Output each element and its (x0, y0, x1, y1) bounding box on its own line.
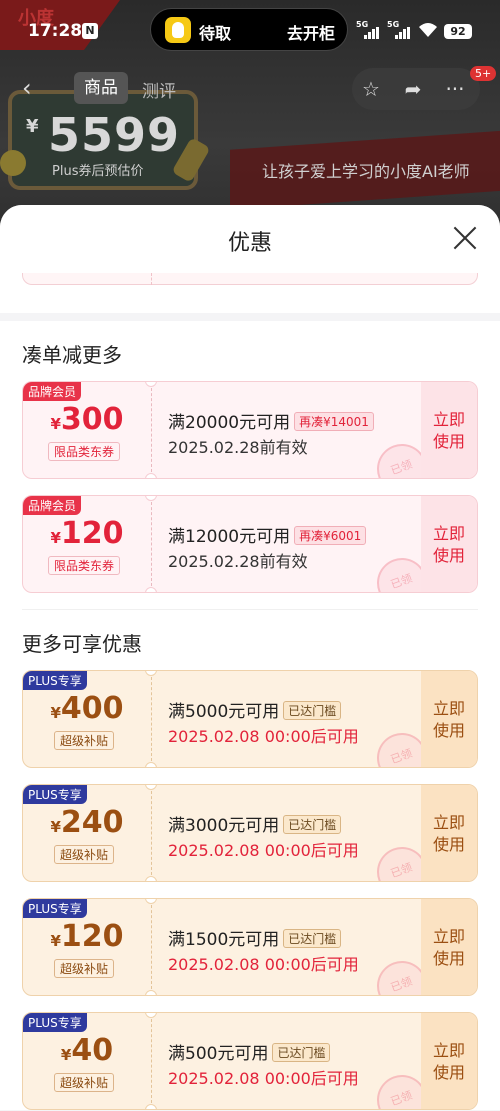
sheet-title: 优惠 (227, 231, 272, 256)
coupon-validity: 2025.02.08 00:00后可用 (168, 841, 359, 860)
close-icon[interactable] (452, 225, 478, 251)
previous-coupon-edge (0, 273, 500, 313)
use-now-button[interactable]: 立即 使用 (421, 785, 477, 881)
coupon-value-area: PLUS专享 ¥400 超级补贴 (23, 671, 151, 767)
coupon-type: 超级补贴 (54, 1073, 115, 1092)
use-now-button[interactable]: 立即 使用 (421, 382, 477, 478)
status-time: 17:28 (28, 21, 83, 41)
coupon-tip: 已达门槛 (272, 1043, 331, 1062)
coupon-card: 品牌会员 ¥300 限品类东券 满20000元可用 再凑¥14001 2025.0… (22, 381, 478, 479)
coupon-tag: PLUS专享 (23, 785, 87, 804)
use-now-button[interactable]: 立即 使用 (421, 899, 477, 995)
coupon-tag: PLUS专享 (23, 899, 87, 918)
coupon-validity: 2025.02.08 00:00后可用 (168, 1069, 359, 1088)
coupon-validity: 2025.02.28前有效 (168, 438, 308, 457)
signal-icon (395, 27, 411, 39)
coupon-type: 限品类东券 (48, 556, 121, 575)
coupon-card: 品牌会员 ¥120 限品类东券 满12000元可用 再凑¥6001 2025.02… (22, 495, 478, 593)
coupon-tip: 再凑¥14001 (294, 412, 374, 431)
coupon-value-area: PLUS专享 ¥120 超级补贴 (23, 899, 151, 995)
coupon-card: PLUS专享 ¥120 超级补贴 满1500元可用 已达门槛 2025.02.08… (22, 898, 478, 996)
coupon-amount: ¥300 (50, 402, 124, 437)
coupon-card: PLUS专享 ¥240 超级补贴 满3000元可用 已达门槛 2025.02.08… (22, 784, 478, 882)
price-note: Plus券后预估价 (52, 164, 144, 179)
back-icon[interactable]: ‹ (22, 74, 32, 102)
coupon-amount: ¥40 (60, 1033, 114, 1068)
coupon-tag: 品牌会员 (23, 496, 82, 515)
coupon-tip: 已达门槛 (283, 701, 342, 720)
top-actions: ☆ ➦ ··· (352, 68, 480, 110)
coupon-validity: 2025.02.08 00:00后可用 (168, 955, 359, 974)
coupon-type: 超级补贴 (54, 731, 115, 750)
section-title: 更多可享优惠 (22, 632, 142, 656)
coupon-tip: 已达门槛 (283, 929, 342, 948)
notification-icon: N (82, 23, 98, 39)
section-more-offers: 更多可享优惠 PLUS专享 ¥400 超级补贴 满5000元可用 已达门槛 202… (0, 610, 500, 1110)
coupon-tag: PLUS专享 (23, 671, 87, 690)
coupon-amount: ¥400 (50, 691, 124, 726)
section-combine-orders: 凑单减更多 品牌会员 ¥300 限品类东券 满20000元可用 再凑¥14001 … (0, 321, 500, 610)
coupon-type: 超级补贴 (54, 845, 115, 864)
wifi-icon (419, 23, 437, 37)
use-now-button[interactable]: 立即 使用 (421, 671, 477, 767)
coupon-amount: ¥240 (50, 805, 124, 840)
coupon-type: 限品类东券 (48, 442, 121, 461)
coupon-condition: 满1500元可用 已达门槛 (168, 925, 342, 950)
coupon-card: PLUS专享 ¥40 超级补贴 满500元可用 已达门槛 2025.02.08 0… (22, 1012, 478, 1110)
discount-sheet: 优惠 凑单减更多 品牌会员 ¥300 限品类东券 满20000元可用 再凑¥140… (0, 205, 500, 1111)
coupon-card-partial (22, 273, 478, 285)
coupon-value-area: PLUS专享 ¥40 超级补贴 (23, 1013, 151, 1109)
message-badge: 5+ (470, 66, 497, 81)
more-icon[interactable]: ··· (444, 78, 466, 100)
coupon-value-area: 品牌会员 ¥300 限品类东券 (23, 382, 151, 478)
star-icon[interactable]: ☆ (360, 78, 382, 100)
live-activity-pill[interactable]: 待取 去开柜 (150, 8, 348, 51)
price-currency: ¥ (26, 116, 39, 137)
coupon-value-area: PLUS专享 ¥240 超级补贴 (23, 785, 151, 881)
coupon-condition: 满12000元可用 再凑¥6001 (168, 522, 367, 547)
sheet-header: 优惠 (0, 205, 500, 275)
coupon-tip: 再凑¥6001 (294, 526, 367, 545)
tab-review[interactable]: 测评 (142, 77, 176, 102)
coupon-condition: 满20000元可用 再凑¥14001 (168, 408, 374, 433)
decor-balloon (0, 150, 26, 176)
coupon-amount: ¥120 (50, 919, 124, 954)
status-bar: 17:28 N 待取 去开柜 5G 5G 92 (0, 0, 500, 60)
signal-icon (364, 27, 380, 39)
coupon-amount: ¥120 (50, 516, 124, 551)
coupon-tag: 品牌会员 (23, 382, 82, 401)
coupon-tip: 已达门槛 (283, 815, 342, 834)
product-price: 5599 (48, 108, 181, 162)
pickup-status: 待取 (199, 24, 232, 43)
coupon-condition: 满500元可用 已达门槛 (168, 1039, 331, 1064)
open-locker-button[interactable]: 去开柜 (287, 20, 335, 44)
coupon-tag: PLUS专享 (23, 1013, 87, 1032)
share-icon[interactable]: ➦ (402, 78, 424, 100)
coupon-condition: 满5000元可用 已达门槛 (168, 697, 342, 722)
coupon-value-area: 品牌会员 ¥120 限品类东券 (23, 496, 151, 592)
coupon-validity: 2025.02.28前有效 (168, 552, 308, 571)
tab-product[interactable]: 商品 (74, 72, 128, 104)
coupon-condition: 满3000元可用 已达门槛 (168, 811, 342, 836)
use-now-button[interactable]: 立即 使用 (421, 496, 477, 592)
coupon-type: 超级补贴 (54, 959, 115, 978)
coupon-validity: 2025.02.08 00:00后可用 (168, 727, 359, 746)
section-title: 凑单减更多 (22, 343, 122, 367)
battery-icon: 92 (444, 24, 472, 39)
product-slogan: 让孩子爱上学习的小度AI老师 (262, 162, 470, 181)
parcel-locker-icon (165, 17, 191, 43)
coupon-card: PLUS专享 ¥400 超级补贴 满5000元可用 已达门槛 2025.02.08… (22, 670, 478, 768)
use-now-button[interactable]: 立即 使用 (421, 1013, 477, 1109)
